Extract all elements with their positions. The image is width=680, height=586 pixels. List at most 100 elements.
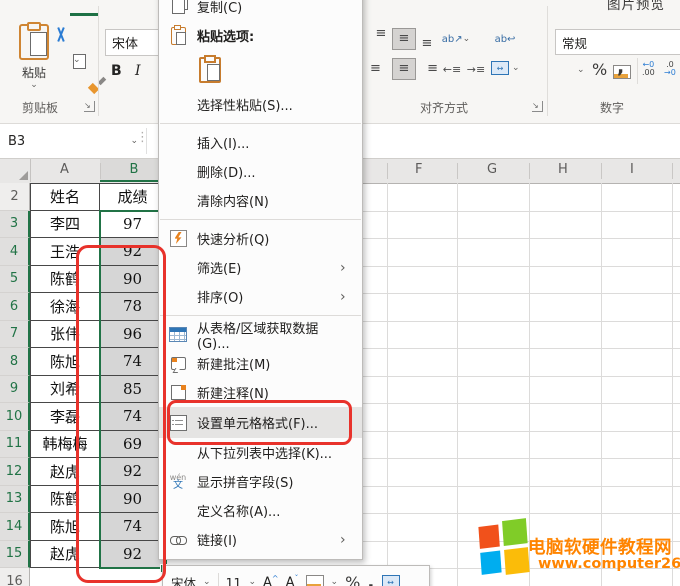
menu-item-insert[interactable]: 插入(I)... (159, 128, 362, 157)
cell-a8[interactable]: 陈旭 (30, 348, 100, 376)
cell-b5[interactable]: 90 (100, 266, 166, 294)
cell-b7[interactable]: 96 (100, 321, 166, 349)
number-format-combo[interactable]: 常规 ⌄ (555, 29, 680, 55)
align-bottom-button[interactable]: ≡ (415, 28, 439, 50)
cell-b14[interactable]: 74 (100, 513, 166, 541)
menu-item-new-note[interactable]: 新建注释(N) (159, 378, 362, 407)
row-header-7[interactable]: 7 (0, 321, 30, 349)
row-header-11[interactable]: 11 (0, 431, 30, 459)
row-header-14[interactable]: 14 (0, 513, 30, 541)
mini-font-name[interactable]: 宋体 (171, 573, 196, 586)
menu-item-filter[interactable]: 筛选(E)› (159, 253, 362, 282)
cell-b10[interactable]: 74 (100, 403, 166, 431)
cut-icon[interactable] (54, 27, 68, 43)
cell-a13[interactable]: 陈鹤 (30, 486, 100, 514)
italic-button[interactable]: I (135, 63, 141, 79)
row-header-16[interactable]: 16 (0, 568, 30, 586)
cell-b13[interactable]: 90 (100, 486, 166, 514)
mini-comma-button[interactable]: , (367, 575, 374, 586)
comma-style-button[interactable]: , (617, 60, 624, 74)
column-header-i[interactable]: I (630, 162, 634, 177)
cell-a12[interactable]: 赵虎 (30, 458, 100, 486)
mini-accounting-icon[interactable] (306, 575, 324, 586)
select-all-corner[interactable] (0, 159, 31, 182)
cell-b2[interactable]: 成绩 (100, 183, 166, 211)
menu-item-link[interactable]: 链接(I)› (159, 525, 362, 554)
increase-decimal-button[interactable]: ←0 .00 (642, 61, 655, 77)
menu-item-paste-options[interactable]: 粘贴选项: (159, 21, 362, 50)
merge-center-button[interactable]: ↔ ⌄ (491, 61, 520, 75)
cell-a10[interactable]: 李磊 (30, 403, 100, 431)
orientation-button[interactable]: ab↗⌄ (440, 28, 472, 50)
align-left-button[interactable]: ≡ (369, 58, 393, 80)
align-center-button[interactable]: ≡ (392, 58, 416, 80)
row-header-13[interactable]: 13 (0, 486, 30, 514)
grow-font-button[interactable]: A^ (263, 574, 279, 586)
row-header-8[interactable]: 8 (0, 348, 30, 376)
shrink-font-button[interactable]: Aˇ (286, 574, 299, 586)
cell-a9[interactable]: 刘希 (30, 376, 100, 404)
decrease-decimal-button[interactable]: .0 →0 (664, 61, 676, 77)
menu-item-copy[interactable]: 复制(C) (159, 0, 362, 21)
cell-b12[interactable]: 92 (100, 458, 166, 486)
percent-style-button[interactable]: % (592, 60, 607, 79)
menu-item-pick-from-list[interactable]: 从下拉列表中选择(K)... (159, 438, 362, 467)
increase-indent-button[interactable]: →≡ (464, 58, 488, 80)
menu-item-sort[interactable]: 排序(O)› (159, 282, 362, 311)
cell-b15[interactable]: 92 (100, 541, 166, 569)
column-header-h[interactable]: H (558, 162, 568, 177)
menu-item-new-comment[interactable]: 新建批注(M) (159, 349, 362, 378)
menu-item-clear-contents[interactable]: 清除内容(N) (159, 186, 362, 215)
cell-a14[interactable]: 陈旭 (30, 513, 100, 541)
menu-item-quick-analysis[interactable]: 快速分析(Q) (159, 224, 362, 253)
align-top-button[interactable]: ≡ (369, 28, 393, 50)
align-middle-button[interactable]: ≡ (392, 28, 416, 50)
cell-a6[interactable]: 徐海 (30, 293, 100, 321)
mini-merge-icon[interactable]: ↔ (382, 575, 400, 586)
column-header-a[interactable]: A (60, 162, 69, 177)
row-header-3[interactable]: 3 (0, 211, 30, 239)
paste-button[interactable]: 粘贴 ⌄ (14, 24, 54, 90)
row-header-6[interactable]: 6 (0, 293, 30, 321)
menu-item-define-name[interactable]: 定义名称(A)... (159, 496, 362, 525)
cell-b4[interactable]: 92 (100, 238, 166, 266)
cell-b9[interactable]: 85 (100, 376, 166, 404)
menu-item-phonetic[interactable]: wén文显示拼音字段(S) (159, 467, 362, 496)
mini-percent-button[interactable]: % (345, 573, 360, 586)
row-header-15[interactable]: 15 (0, 541, 30, 569)
row-header-9[interactable]: 9 (0, 376, 30, 404)
cell-a7[interactable]: 张伟 (30, 321, 100, 349)
format-painter-icon[interactable] (89, 77, 104, 92)
cell-a11[interactable]: 韩梅梅 (30, 431, 100, 459)
cell-a2[interactable]: 姓名 (30, 183, 100, 211)
paste-dropdown-caret[interactable]: ⌄ (14, 81, 54, 90)
clipboard-dialog-launcher-icon[interactable]: ↘ (84, 101, 95, 112)
cell-b11[interactable]: 69 (100, 431, 166, 459)
name-box[interactable]: B3 ⌄ (0, 128, 147, 154)
cell-b6[interactable]: 78 (100, 293, 166, 321)
cell-b8[interactable]: 74 (100, 348, 166, 376)
menu-item-format-cells[interactable]: 设置单元格格式(F)... (159, 407, 362, 438)
cell-a4[interactable]: 王浩 (30, 238, 100, 266)
cell-a15[interactable]: 赵虎 (30, 541, 100, 569)
menu-item-paste-special[interactable]: 选择性粘贴(S)... (159, 90, 362, 119)
align-right-button[interactable]: ≡ (415, 58, 439, 80)
column-header-g[interactable]: G (487, 162, 497, 177)
cell-b3[interactable]: 97 (100, 211, 166, 239)
copy-dropdown-caret[interactable]: ⌄ (73, 56, 81, 65)
cell-a5[interactable]: 陈鹤 (30, 266, 100, 294)
bold-button[interactable]: B (111, 63, 122, 79)
menu-item-get-data[interactable]: 从表格/区域获取数据(G)... (159, 320, 362, 349)
paste-option-icon[interactable] (199, 57, 221, 83)
cell-a3[interactable]: 李四 (30, 211, 100, 239)
decrease-indent-button[interactable]: ←≡ (440, 58, 464, 80)
row-header-4[interactable]: 4 (0, 238, 30, 266)
menu-item-delete[interactable]: 删除(D)... (159, 157, 362, 186)
row-header-12[interactable]: 12 (0, 458, 30, 486)
alignment-dialog-launcher-icon[interactable]: ↘ (532, 101, 543, 112)
mini-font-size[interactable]: 11 (226, 575, 242, 586)
column-header-f[interactable]: F (415, 162, 422, 177)
accounting-dropdown-caret[interactable]: ⌄ (577, 66, 585, 75)
wrap-text-button[interactable]: ab↩ (491, 28, 519, 50)
row-header-2[interactable]: 2 (0, 183, 30, 211)
